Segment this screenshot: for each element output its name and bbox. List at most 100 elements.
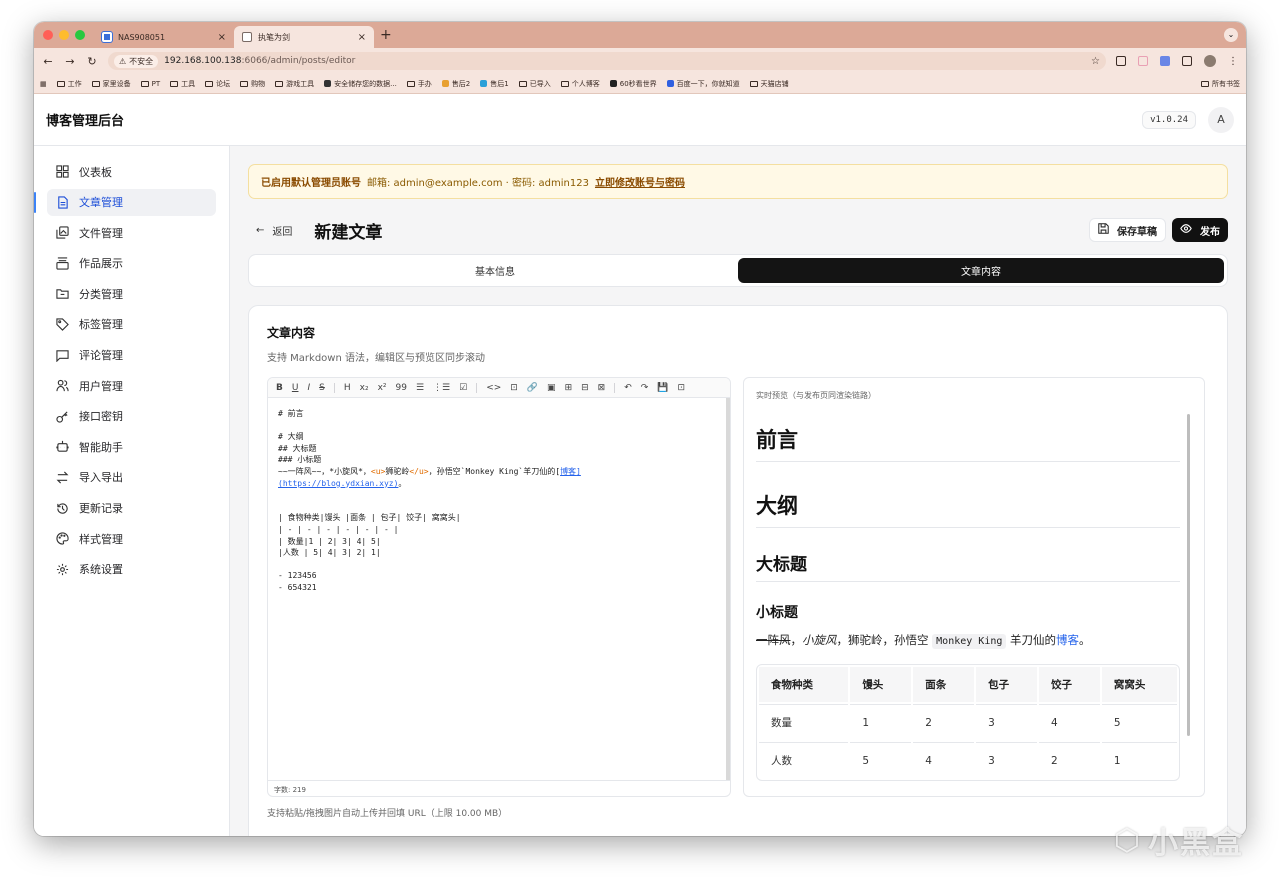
- extension-grid-icon[interactable]: [1116, 56, 1126, 66]
- link-icon[interactable]: 🔗: [527, 383, 538, 393]
- tab-basic-info[interactable]: 基本信息: [252, 258, 738, 283]
- editor-scrollbar[interactable]: [726, 398, 730, 780]
- superscript-icon[interactable]: x²: [378, 383, 387, 393]
- address-bar[interactable]: ⚠ 不安全 192.168.100.138:6066/admin/posts/e…: [108, 52, 1106, 70]
- default-admin-alert: 已启用默认管理员账号 邮箱: admin@example.com · 密码: a…: [248, 164, 1228, 199]
- bookmark-item[interactable]: 购物: [240, 79, 265, 89]
- sidebar-item-settings[interactable]: 系统设置: [47, 556, 216, 583]
- bookmark-label: 游戏工具: [286, 79, 315, 88]
- italic-icon[interactable]: I: [307, 383, 310, 393]
- bookmark-item[interactable]: 个人博客: [560, 79, 600, 89]
- apps-grid-icon[interactable]: ▦: [40, 80, 47, 88]
- bookmark-item[interactable]: PT: [140, 80, 160, 88]
- profile-avatar-icon[interactable]: [1204, 55, 1216, 67]
- publish-button[interactable]: 发布: [1172, 218, 1228, 242]
- bookmark-item[interactable]: 售后1: [480, 79, 509, 89]
- back-arrow-icon[interactable]: ←: [42, 55, 54, 68]
- formula-icon[interactable]: ⊠: [598, 383, 606, 393]
- sidebar-item-files[interactable]: 文件管理: [47, 219, 216, 246]
- underline-icon[interactable]: U: [292, 383, 299, 393]
- bookmark-item[interactable]: 60秒看世界: [609, 79, 657, 89]
- tab-close-icon[interactable]: ×: [218, 32, 226, 43]
- undo-icon[interactable]: ↶: [624, 383, 632, 393]
- all-bookmarks[interactable]: 所有书签: [1201, 79, 1240, 89]
- bookmark-item[interactable]: 安全储存您的数据...: [324, 79, 397, 89]
- text: ，: [790, 633, 803, 647]
- new-tab-button[interactable]: +: [380, 27, 392, 43]
- maximize-window-button[interactable]: [75, 30, 85, 40]
- sidebar-item-comments[interactable]: 评论管理: [47, 342, 216, 369]
- bookmark-item[interactable]: 论坛: [205, 79, 230, 89]
- folder-icon: [55, 287, 69, 301]
- extensions-puzzle-icon[interactable]: [1182, 56, 1192, 66]
- code-icon[interactable]: <>: [486, 383, 501, 393]
- table-cell: 5: [1101, 704, 1177, 740]
- quote-icon[interactable]: 99: [396, 383, 407, 393]
- sidebar-item-categories[interactable]: 分类管理: [47, 280, 216, 307]
- bookmark-item[interactable]: 手办: [406, 79, 432, 89]
- sidebar-item-assistant[interactable]: 智能助手: [47, 433, 216, 460]
- md-tag: <u>: [370, 466, 386, 476]
- sidebar-item-dashboard[interactable]: 仪表板: [47, 158, 216, 185]
- bookmark-item[interactable]: 游戏工具: [275, 79, 314, 89]
- tab-article-content[interactable]: 文章内容: [738, 258, 1224, 283]
- sidebar-item-tags[interactable]: 标签管理: [47, 311, 216, 338]
- change-credentials-link[interactable]: 立即修改账号与密码: [595, 174, 685, 189]
- bookmark-label: 购物: [251, 79, 266, 88]
- preview-scrollbar[interactable]: [1187, 414, 1190, 736]
- unordered-list-icon[interactable]: ☰: [416, 383, 424, 393]
- browser-tab-blog[interactable]: 执笔为剑 ×: [234, 26, 374, 48]
- bookmark-item[interactable]: 天猫店铺: [749, 79, 789, 89]
- folder-icon: [205, 80, 214, 87]
- sidebar-item-import-export[interactable]: 导入导出: [47, 464, 216, 491]
- save-draft-button[interactable]: 保存草稿: [1089, 218, 1166, 242]
- save-icon: [1098, 223, 1109, 237]
- tab-close-icon[interactable]: ×: [358, 32, 366, 43]
- extension-blue-icon[interactable]: [1160, 56, 1170, 66]
- blog-link[interactable]: 博客: [1056, 633, 1079, 647]
- sidebar-item-styles[interactable]: 样式管理: [47, 525, 216, 552]
- reload-icon[interactable]: ↻: [86, 55, 98, 68]
- minimize-window-button[interactable]: [59, 30, 69, 40]
- folder-icon: [518, 80, 527, 87]
- task-list-icon[interactable]: ☑: [459, 383, 467, 393]
- save-icon[interactable]: 💾: [657, 383, 668, 393]
- heading-icon[interactable]: H: [344, 383, 351, 393]
- sidebar-item-posts[interactable]: 文章管理: [34, 188, 216, 216]
- bookmark-item[interactable]: 工作: [56, 79, 82, 89]
- bookmark-item[interactable]: 工具: [170, 79, 195, 89]
- tab-search-icon[interactable]: ⌄: [1224, 28, 1238, 42]
- back-button[interactable]: ← 返回: [256, 223, 292, 238]
- editor-line: ~~一阵风~~，*小旋风*，<u>狮驼岭</u>，孙悟空`Monkey King…: [278, 466, 716, 478]
- sidebar-item-api-keys[interactable]: 接口密钥: [47, 403, 216, 430]
- ordered-list-icon[interactable]: ⋮☰: [433, 383, 450, 393]
- strikethrough-icon[interactable]: S: [319, 383, 325, 393]
- subscript-icon[interactable]: x₂: [360, 383, 369, 393]
- bookmark-item[interactable]: 百度一下，你就知道: [666, 79, 740, 89]
- close-window-button[interactable]: [43, 30, 53, 40]
- security-chip[interactable]: ⚠ 不安全: [114, 54, 159, 68]
- bookmark-star-icon[interactable]: ☆: [1091, 56, 1100, 67]
- extension-pink-icon[interactable]: [1138, 56, 1148, 66]
- browser-menu-icon[interactable]: ⋮: [1228, 56, 1238, 67]
- sidebar-item-users[interactable]: 用户管理: [47, 372, 216, 399]
- bold-icon[interactable]: B: [276, 383, 283, 393]
- bookmark-label: 售后2: [451, 79, 471, 88]
- browser-tab-nas[interactable]: NAS908051 ×: [94, 26, 234, 48]
- chart-icon[interactable]: ⊟: [581, 383, 589, 393]
- bookmark-item[interactable]: 已导入: [518, 79, 551, 89]
- editor-textarea[interactable]: # 前言 # 大纲 ## 大标题 ### 小标题 ~~一阵风~~，*小旋风*，<u>狮…: [268, 398, 726, 780]
- table-icon[interactable]: ⊞: [565, 383, 573, 393]
- bookmark-item[interactable]: 家里设备: [91, 79, 131, 89]
- redo-icon[interactable]: ↷: [641, 383, 649, 393]
- sidebar-item-showcase[interactable]: 作品展示: [47, 250, 216, 277]
- forward-arrow-icon[interactable]: →: [64, 55, 76, 68]
- preview-heading-3: 小标题: [756, 605, 798, 621]
- image-icon[interactable]: ▣: [547, 383, 556, 393]
- bookmark-item[interactable]: 售后2: [441, 79, 471, 89]
- user-avatar[interactable]: A: [1208, 106, 1234, 133]
- sidebar-item-changelog[interactable]: 更新记录: [47, 495, 216, 522]
- code-block-icon[interactable]: ⊡: [510, 383, 518, 393]
- text: ，狮驼岭，孙悟空: [836, 633, 929, 647]
- fullscreen-icon[interactable]: ⊡: [678, 383, 686, 393]
